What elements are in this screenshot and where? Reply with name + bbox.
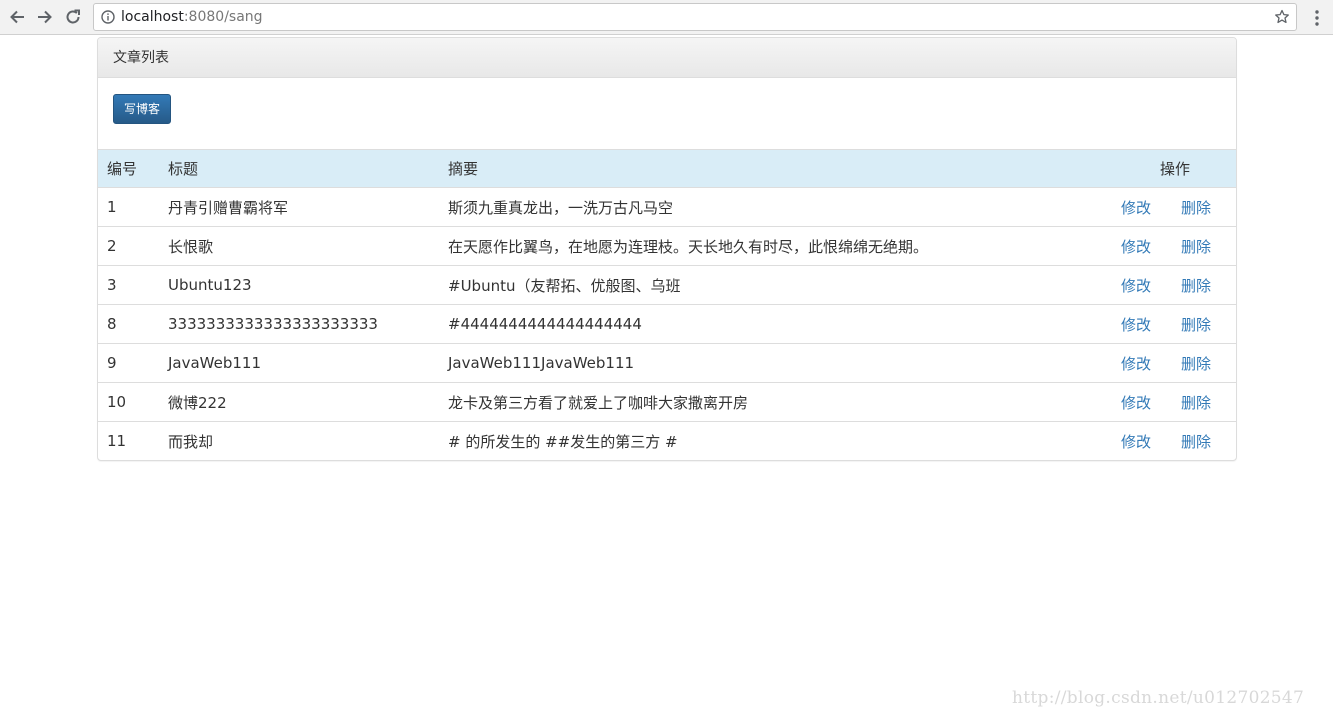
edit-link[interactable]: 修改 <box>1121 392 1151 413</box>
delete-link[interactable]: 删除 <box>1181 314 1211 335</box>
table-row: 10 微博222 龙卡及第三方看了就爱上了咖啡大家撒离开房 修改 删除 <box>98 382 1236 422</box>
articles-table: 编号 标题 摘要 操作 1 丹青引赠曹霸将军 斯须九重真龙出，一洗万古凡马空 修… <box>98 149 1236 460</box>
panel-heading: 文章列表 <box>98 38 1236 78</box>
cell-title: 3333333333333333333333 <box>159 304 439 344</box>
article-list-panel: 文章列表 写博客 编号 标题 摘要 操作 1 丹青引赠曹霸将军 斯须九重真龙出，… <box>97 37 1237 461</box>
edit-link[interactable]: 修改 <box>1121 314 1151 335</box>
url-path: :8080/sang <box>183 9 263 25</box>
delete-link[interactable]: 删除 <box>1181 236 1211 257</box>
edit-link[interactable]: 修改 <box>1121 236 1151 257</box>
cell-summary: # 的所发生的 ##发生的第三方 # <box>439 421 1099 460</box>
cell-title: 而我却 <box>159 421 439 460</box>
cell-ops: 修改 删除 <box>1099 304 1236 344</box>
table-row: 3 Ubuntu123 #Ubuntu（友帮拓、优般图、乌班 修改 删除 <box>98 265 1236 305</box>
cell-summary: JavaWeb111JavaWeb111 <box>439 343 1099 383</box>
reload-icon[interactable] <box>61 5 85 29</box>
write-blog-button[interactable]: 写博客 <box>113 94 171 124</box>
cell-title: 丹青引赠曹霸将军 <box>168 198 289 217</box>
table-row: 9 JavaWeb111 JavaWeb111JavaWeb111 修改 删除 <box>98 343 1236 383</box>
cell-summary: #Ubuntu（友帮拓、优般图、乌班 <box>439 265 1099 305</box>
forward-icon[interactable] <box>33 5 57 29</box>
cell-id: 9 <box>98 343 159 383</box>
table-row: 11 而我却 # 的所发生的 ##发生的第三方 # 修改 删除 <box>98 421 1236 460</box>
header-ops: 操作 <box>1099 149 1236 188</box>
cell-summary: #4444444444444444444 <box>439 304 1099 344</box>
cell-title: Ubuntu123 <box>159 265 439 305</box>
cell-title: JavaWeb111 <box>159 343 439 383</box>
table-row: 2 长恨歌 在天愿作比翼鸟，在地愿为连理枝。天长地久有时尽，此恨绵绵无绝期。 修… <box>98 226 1236 266</box>
edit-link[interactable]: 修改 <box>1121 431 1151 452</box>
cell-summary: 斯须九重真龙出，一洗万古凡马空 <box>448 198 674 217</box>
browser-toolbar: localhost:8080/sang <box>0 0 1333 35</box>
table-row: 1 丹青引赠曹霸将军 斯须九重真龙出，一洗万古凡马空 修改 删除 <box>98 188 1236 227</box>
delete-link[interactable]: 删除 <box>1181 353 1211 374</box>
url-host: localhost <box>121 9 184 25</box>
cell-ops: 修改 删除 <box>1099 265 1236 305</box>
header-summary: 摘要 <box>439 149 1099 188</box>
delete-link[interactable]: 删除 <box>1181 431 1211 452</box>
info-icon[interactable] <box>101 10 115 24</box>
cell-ops: 修改 删除 <box>1099 382 1236 422</box>
watermark: http://blog.csdn.net/u012702547 <box>1012 688 1305 708</box>
back-icon[interactable] <box>5 5 29 29</box>
cell-id: 11 <box>98 421 159 460</box>
panel-title: 文章列表 <box>113 50 169 66</box>
cell-ops: 修改 删除 <box>1099 188 1236 227</box>
header-title: 标题 <box>159 149 439 188</box>
delete-link[interactable]: 删除 <box>1181 275 1211 296</box>
table-header-row: 编号 标题 摘要 操作 <box>98 149 1236 188</box>
cell-summary: 在天愿作比翼鸟，在地愿为连理枝。天长地久有时尽，此恨绵绵无绝期。 <box>439 226 1099 266</box>
cell-title: 微博222 <box>159 382 439 422</box>
table-row: 8 3333333333333333333333 #44444444444444… <box>98 304 1236 344</box>
cell-summary: 龙卡及第三方看了就爱上了咖啡大家撒离开房 <box>439 382 1099 422</box>
cell-ops: 修改 删除 <box>1099 343 1236 383</box>
edit-link[interactable]: 修改 <box>1121 275 1151 296</box>
edit-link[interactable]: 修改 <box>1121 197 1151 218</box>
cell-id: 8 <box>98 304 159 344</box>
address-bar[interactable]: localhost:8080/sang <box>93 3 1297 31</box>
delete-link[interactable]: 删除 <box>1181 392 1211 413</box>
cell-id: 1 <box>107 198 117 216</box>
edit-link[interactable]: 修改 <box>1121 353 1151 374</box>
cell-id: 10 <box>98 382 159 422</box>
cell-title: 长恨歌 <box>159 226 439 266</box>
header-id: 编号 <box>98 149 159 188</box>
url-text[interactable]: localhost:8080/sang <box>121 9 263 26</box>
delete-link[interactable]: 删除 <box>1181 197 1211 218</box>
bookmark-star-icon[interactable] <box>1274 9 1290 25</box>
browser-menu-icon[interactable] <box>1309 9 1325 27</box>
cell-id: 2 <box>98 226 159 266</box>
cell-ops: 修改 删除 <box>1099 421 1236 460</box>
cell-ops: 修改 删除 <box>1099 226 1236 266</box>
cell-id: 3 <box>98 265 159 305</box>
